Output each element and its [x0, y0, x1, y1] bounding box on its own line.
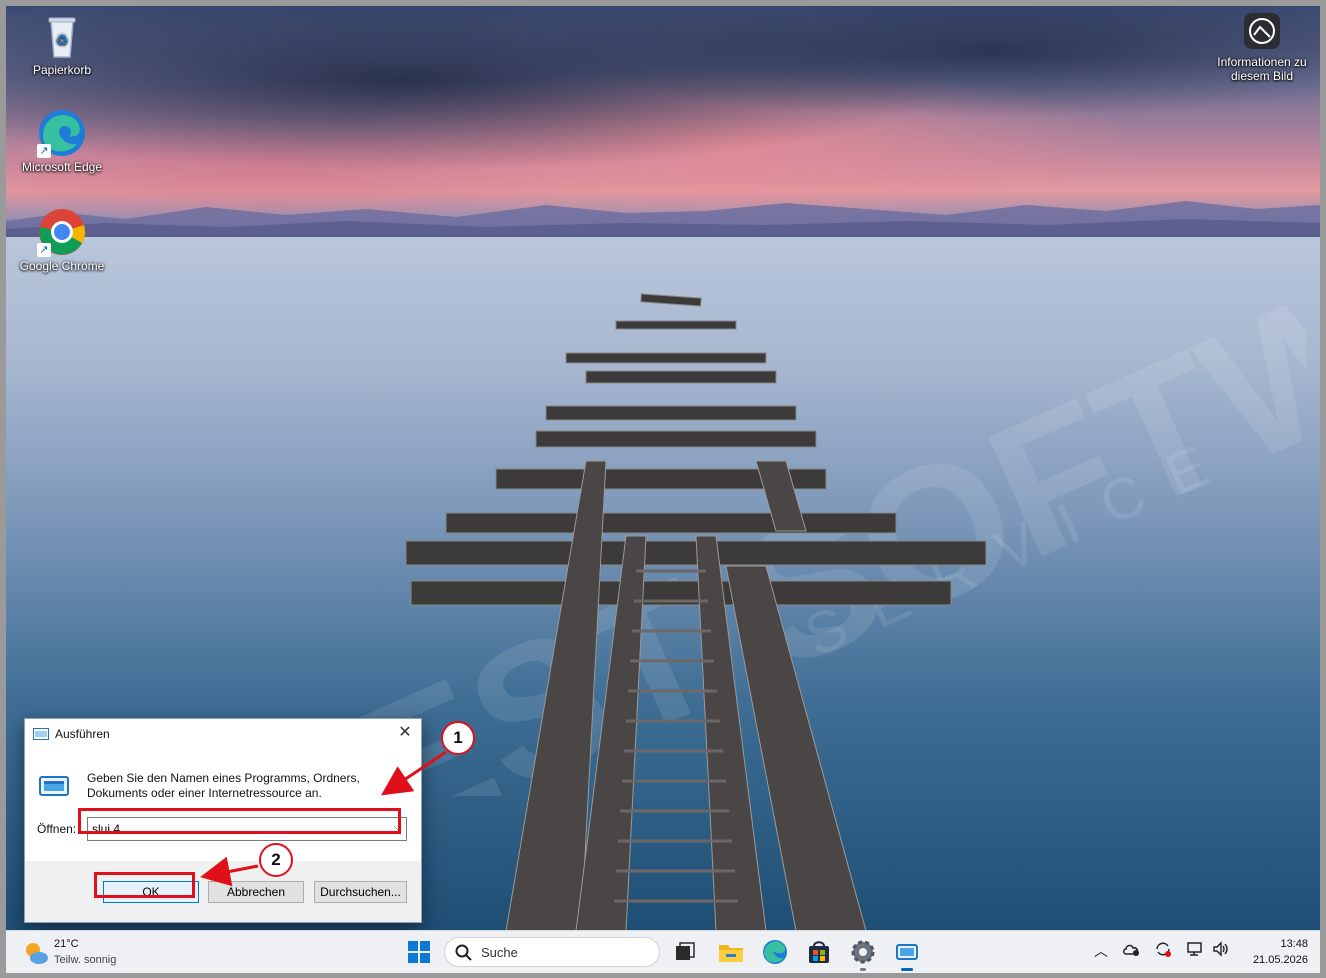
run-app-icon — [33, 728, 49, 743]
search-icon — [455, 944, 473, 965]
desktop-icon-label: Papierkorb — [32, 63, 92, 77]
run-program-icon — [39, 775, 69, 802]
step-badge-1: 1 — [441, 721, 475, 755]
browse-button[interactable]: Durchsuchen... — [314, 881, 407, 903]
wooden-pier — [405, 293, 987, 930]
windows-start-icon[interactable] — [404, 937, 434, 967]
edge-icon: ↗ — [37, 108, 87, 158]
run-dialog-title: Ausführen — [55, 727, 110, 741]
settings-icon[interactable] — [848, 937, 878, 971]
open-label: Öffnen: — [37, 822, 77, 836]
desktop-icon-image-info[interactable]: Informationen zu diesem Bild — [1210, 13, 1314, 83]
step-badge-2: 2 — [259, 843, 293, 877]
run-dialog-body: Geben Sie den Namen eines Programms, Ord… — [25, 749, 421, 861]
run-dialog-titlebar[interactable]: Ausführen ✕ — [25, 719, 421, 749]
network-icon[interactable] — [1186, 941, 1204, 960]
desktop-icon-label: Google Chrome — [19, 259, 105, 273]
desktop-icon-recycle-bin[interactable]: ♻ Papierkorb — [17, 11, 107, 77]
desktop-icon-label: Microsoft Edge — [21, 160, 103, 174]
running-indicator — [860, 968, 866, 971]
taskbar-clock[interactable]: 13:48 21.05.2026 — [1253, 936, 1308, 968]
taskbar: 21°C Teilw. sonnig Suche ︿ 13:48 21.05.2… — [6, 930, 1320, 973]
recycle-bin-icon: ♻ — [37, 11, 87, 61]
weather-temp: 21°C — [54, 938, 79, 950]
mountain-range — [6, 201, 1320, 237]
sun-cloud-icon — [22, 939, 50, 970]
volume-icon[interactable] — [1212, 941, 1230, 960]
task-view-icon[interactable] — [670, 937, 700, 967]
svg-text:♻: ♻ — [56, 33, 69, 49]
cloud-icon[interactable] — [1122, 941, 1140, 960]
desktop-icon-label: Informationen zu diesem Bild — [1217, 55, 1307, 83]
store-icon[interactable] — [804, 937, 834, 967]
weather-condition: Teilw. sonnig — [54, 954, 117, 966]
shortcut-arrow-icon: ↗ — [37, 144, 51, 158]
shortcut-arrow-icon: ↗ — [37, 243, 51, 257]
chrome-icon: ↗ — [37, 207, 87, 257]
clock-date: 21.05.2026 — [1252, 954, 1308, 966]
cancel-button[interactable]: Abbrechen — [208, 881, 304, 903]
search-label: Suche — [481, 945, 518, 960]
highlight-open-field — [78, 808, 401, 834]
camera-aperture-icon — [1244, 13, 1280, 49]
taskbar-search[interactable]: Suche — [444, 937, 660, 967]
chevron-up-icon[interactable]: ︿ — [1094, 941, 1108, 961]
desktop-icon-chrome[interactable]: ↗ Google Chrome — [17, 207, 107, 273]
clock-time: 13:48 — [1280, 938, 1308, 950]
sync-icon[interactable] — [1154, 941, 1172, 960]
active-indicator — [901, 968, 913, 971]
desktop-icon-edge[interactable]: ↗ Microsoft Edge — [17, 108, 107, 174]
close-icon[interactable]: ✕ — [393, 721, 417, 745]
edge-icon[interactable] — [760, 937, 790, 967]
weather-widget[interactable]: 21°C Teilw. sonnig — [20, 937, 180, 969]
file-explorer-icon[interactable] — [716, 937, 746, 967]
run-app-icon[interactable] — [892, 937, 922, 971]
desktop: BEST SOFTWARE SERVICE — [6, 6, 1320, 930]
run-dialog-description: Geben Sie den Namen eines Programms, Ord… — [87, 771, 360, 800]
highlight-ok-button — [94, 872, 195, 898]
